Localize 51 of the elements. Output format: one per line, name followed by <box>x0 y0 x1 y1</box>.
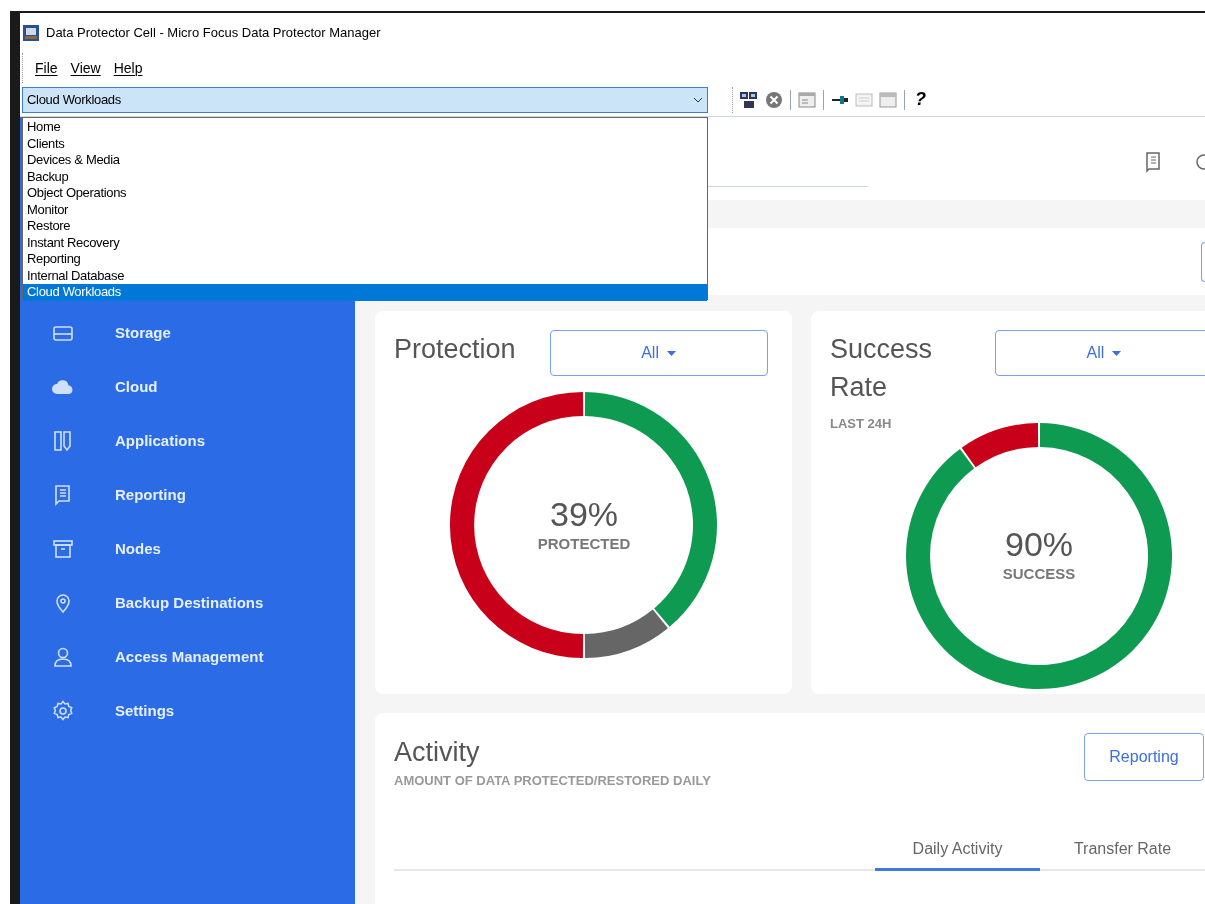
card-title: Activity <box>394 736 480 769</box>
dropdown-option[interactable]: Backup <box>23 168 707 185</box>
sidebar-item[interactable]: Reporting <box>115 483 186 507</box>
dropdown-option[interactable]: Internal Database <box>23 267 707 284</box>
card-title: Success Rate <box>830 333 934 404</box>
percent-value: 39% <box>549 494 619 533</box>
menu-item[interactable]: Help <box>113 57 143 79</box>
dropdown-option[interactable]: Cloud Workloads <box>23 284 707 301</box>
menu-item[interactable]: File <box>35 57 58 79</box>
help-button[interactable]: ? <box>911 86 930 113</box>
filter-dropdown[interactable]: All <box>995 330 1205 376</box>
sidebar-item[interactable]: Cloud <box>115 375 158 399</box>
dropdown-option[interactable]: Clients <box>23 135 707 152</box>
app-icon <box>22 24 40 42</box>
caret-icon <box>1112 350 1122 356</box>
percent-value: 90% <box>1004 525 1074 564</box>
card-subtitle: AMOUNT OF DATA PROTECTED/RESTORED DAILY <box>394 772 712 790</box>
user-icon <box>51 645 75 669</box>
report-icon[interactable] <box>1143 151 1163 173</box>
cancel-icon[interactable] <box>764 89 784 110</box>
dropdown-option[interactable]: Reporting <box>23 251 707 268</box>
window-icon[interactable] <box>797 90 817 109</box>
card-subtitle: LAST 24H <box>830 415 893 433</box>
dropdown-option[interactable]: Home <box>23 119 707 136</box>
context-dropdown[interactable]: Cloud Workloads <box>22 86 708 113</box>
dropdown-option[interactable]: Object Operations <box>23 185 707 202</box>
chart-caption: SUCCESS <box>1002 564 1076 585</box>
chart-caption: PROTECTED <box>537 533 631 554</box>
sidebar-item[interactable]: Nodes <box>115 537 161 561</box>
menu-item[interactable]: View <box>70 57 101 79</box>
sidebar-item[interactable]: Settings <box>115 699 175 723</box>
caret-icon <box>666 350 676 356</box>
dropdown-option[interactable]: Instant Recovery <box>23 234 707 251</box>
sidebar-item[interactable]: Backup Destinations <box>115 591 264 615</box>
card-title: Protection <box>394 333 516 366</box>
settings-icon <box>51 699 75 723</box>
tab[interactable]: Daily Activity <box>875 830 1040 871</box>
tab[interactable]: Transfer Rate <box>1040 830 1205 871</box>
reporting-button[interactable]: Reporting <box>1084 733 1204 781</box>
sidebar-item[interactable]: Storage <box>115 321 171 345</box>
chevron-icon <box>693 96 703 103</box>
sidebar-item[interactable]: Access Management <box>115 645 264 669</box>
dropdown-option[interactable]: Restore <box>23 218 707 235</box>
box-icon <box>51 537 75 561</box>
calendar-icon[interactable] <box>878 90 898 109</box>
dropdown-option[interactable]: Monitor <box>23 201 707 218</box>
window-title: Data Protector Cell - Micro Focus Data Protector Manager <box>46 24 381 43</box>
network-icon[interactable] <box>738 89 760 110</box>
filter-dropdown[interactable]: All <box>549 330 768 376</box>
sidebar-item[interactable]: Applications <box>115 429 205 453</box>
dropdown-option[interactable]: Devices & Media <box>23 152 707 169</box>
